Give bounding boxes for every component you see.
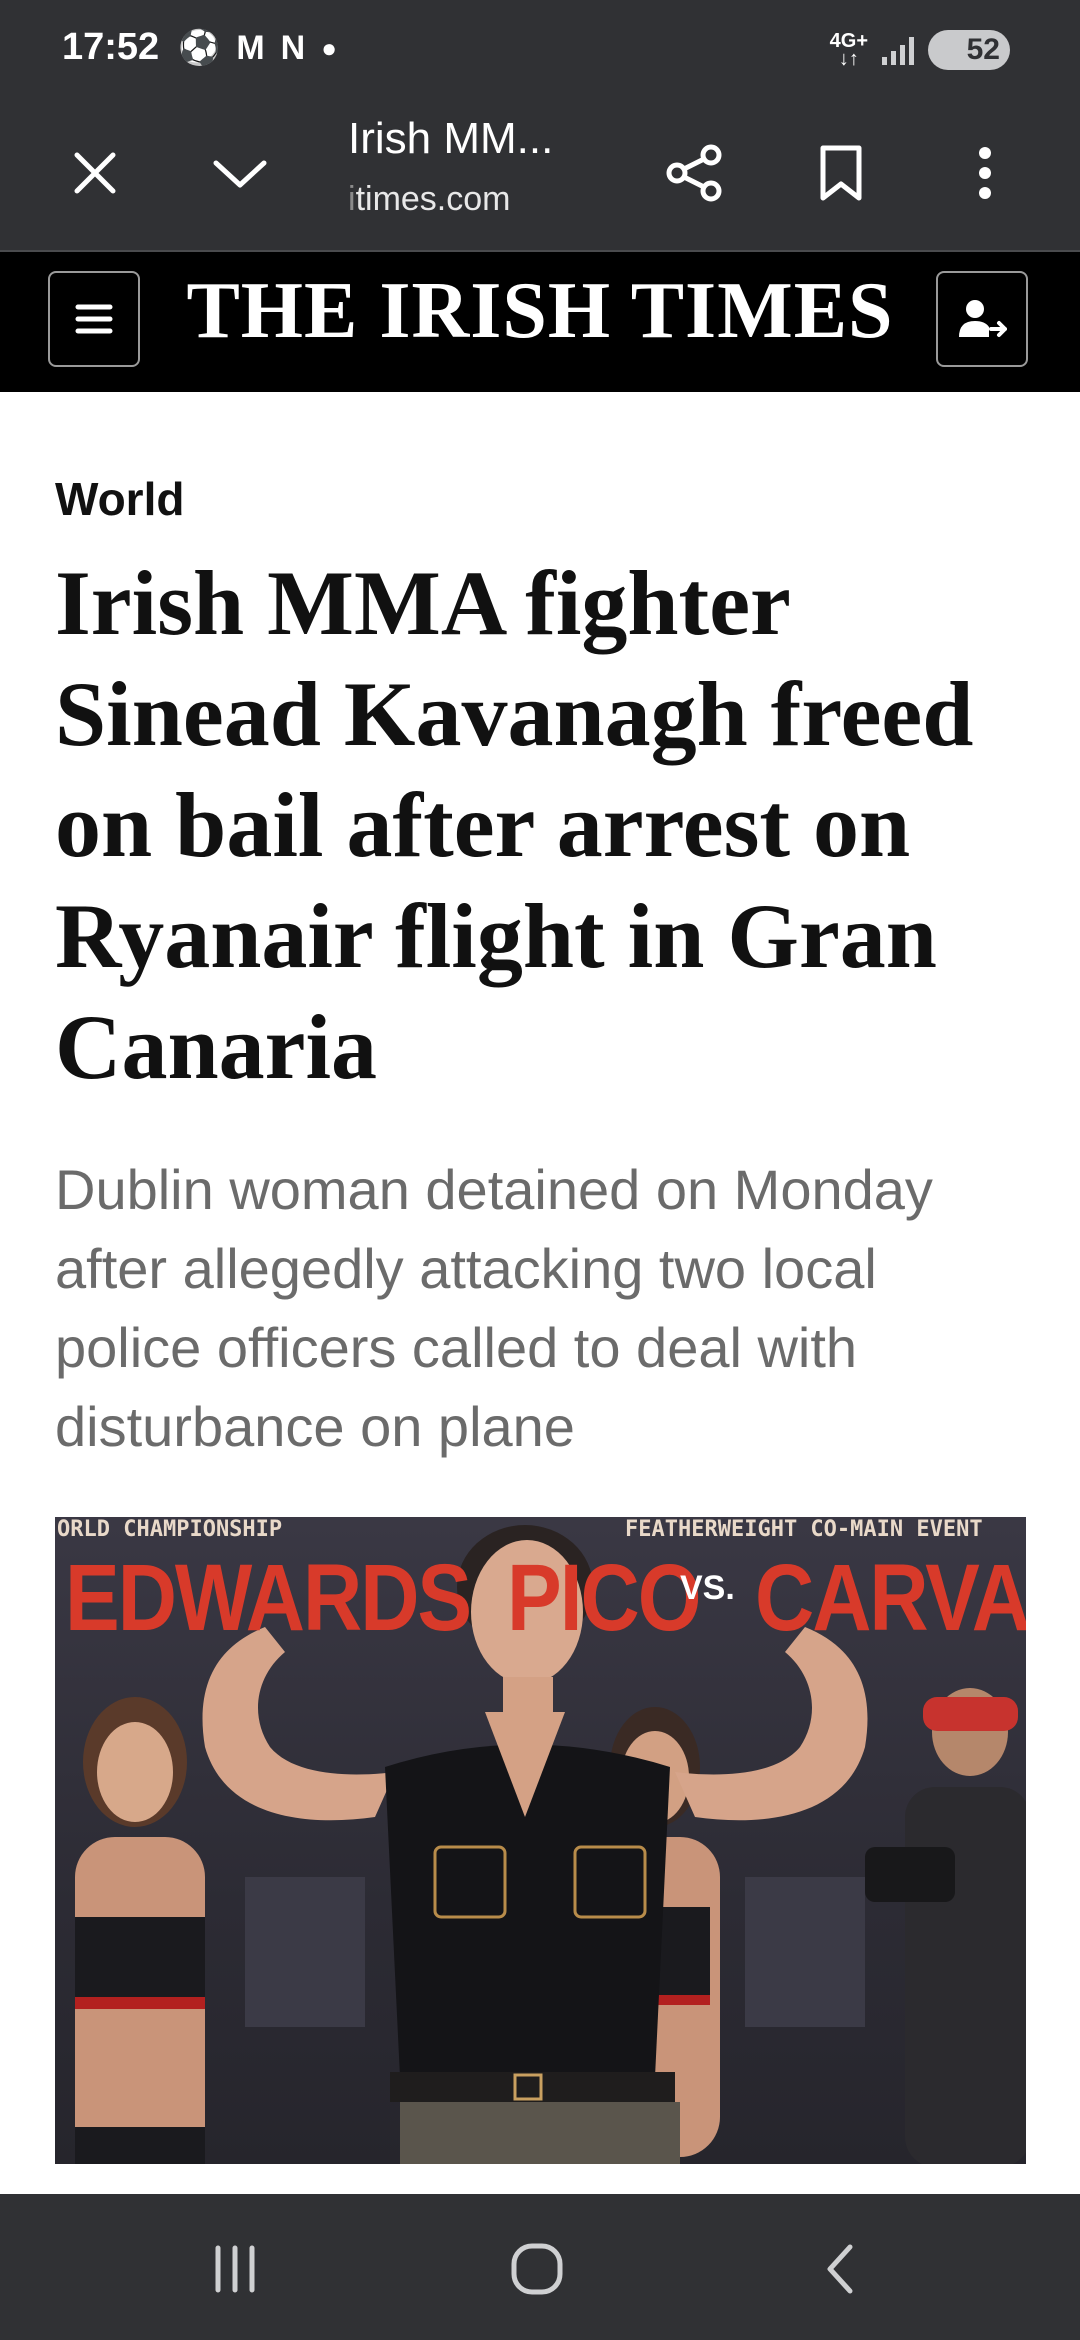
site-header: THE IRISH TIMES — [0, 252, 1080, 392]
tab-url: itimes.com — [348, 180, 511, 218]
banner-left-name: EDWARDS — [65, 1546, 472, 1651]
status-time: 17:52 — [62, 26, 160, 68]
section-label[interactable]: World — [55, 472, 184, 526]
close-icon[interactable] — [60, 138, 130, 208]
system-indicators: 4G+ ↓↑ 52 — [830, 30, 1010, 70]
tab-title: Irish MM... — [348, 114, 554, 163]
banner-right-name-1: PICO — [507, 1546, 701, 1651]
soccer-ball-icon: ⚽ — [178, 29, 221, 67]
menu-button[interactable] — [48, 271, 140, 367]
more-options-icon[interactable] — [950, 138, 1020, 208]
chevron-down-icon[interactable] — [205, 138, 275, 208]
battery-indicator: 52 — [928, 30, 1010, 70]
netflix-icon: N — [280, 29, 306, 67]
user-sign-in-icon — [959, 300, 1007, 337]
gmail-icon: M — [236, 29, 265, 67]
banner-right-caption: FEATHERWEIGHT CO-MAIN EVENT — [625, 1517, 983, 1542]
article-headline: Irish MMA fighter Sinead Kavanagh freed … — [55, 552, 974, 1098]
dot-icon: ● — [321, 33, 337, 63]
article-standfirst: Dublin woman detained on Monday after al… — [55, 1158, 933, 1458]
back-icon[interactable] — [790, 2234, 890, 2304]
account-button[interactable] — [936, 271, 1028, 367]
network-type: 4G+ ↓↑ — [829, 30, 868, 70]
article-photo[interactable]: ORLD CHAMPIONSHIP EDWARDS FEATHERWEIGHT … — [55, 1517, 1026, 2164]
system-nav-bar — [0, 2194, 1080, 2340]
hamburger-icon — [75, 304, 113, 334]
browser-toolbar: Irish MM... itimes.com — [0, 100, 1080, 252]
recent-apps-icon[interactable] — [185, 2234, 285, 2304]
banner-vs: VS. — [680, 1569, 735, 1607]
bookmark-icon[interactable] — [806, 138, 876, 208]
banner-left-caption: ORLD CHAMPIONSHIP — [57, 1517, 283, 1542]
home-icon[interactable] — [487, 2234, 587, 2304]
share-icon[interactable] — [660, 138, 730, 208]
status-bar: 17:52 ⚽ M N ● 4G+ ↓↑ 52 — [0, 0, 1080, 100]
banner-right-name-2: CARVALH — [755, 1546, 1026, 1651]
notification-icons: ⚽ M N ● — [178, 28, 337, 68]
site-logo[interactable]: THE IRISH TIMES — [175, 266, 905, 357]
signal-icon — [882, 35, 914, 65]
